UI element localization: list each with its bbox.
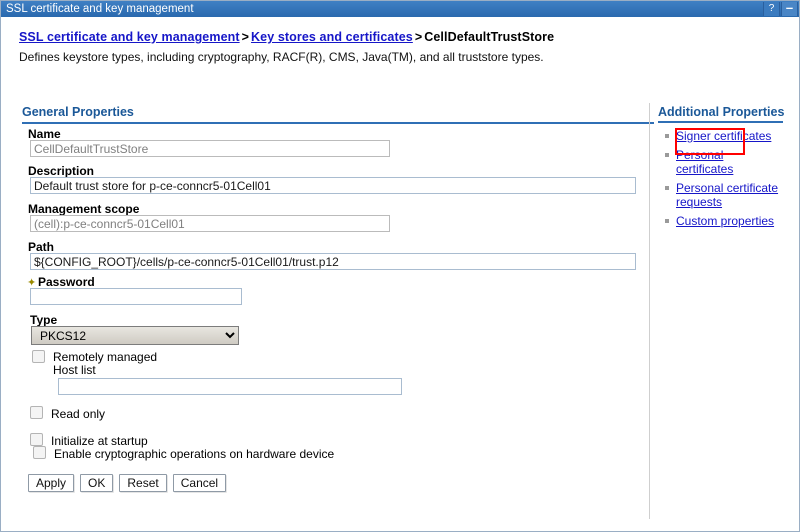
breadcrumb-link-ssl-certificate-and-key-management[interactable]: SSL certificate and key management — [19, 30, 240, 44]
bullet-icon — [665, 186, 669, 190]
breadcrumb-link-key-stores-and-certificates[interactable]: Key stores and certificates — [251, 30, 413, 44]
description-label: Description — [28, 164, 95, 178]
checkbox-label-remotely-managed: Remotely managed — [53, 350, 158, 364]
additional-properties-heading: Additional Properties — [658, 105, 784, 123]
path-input[interactable] — [30, 253, 636, 270]
list-item: Personal certificate requests — [664, 181, 784, 209]
breadcrumb: SSL certificate and key management > Key s… — [19, 30, 554, 44]
checkbox-remotely-managed[interactable] — [32, 350, 45, 363]
button-row: Apply OK Reset Cancel — [28, 474, 227, 492]
ssl-certificate-window: SSL certificate and key management ? – S… — [0, 0, 800, 532]
password-label: Password — [38, 275, 95, 289]
cancel-button[interactable]: Cancel — [172, 474, 227, 492]
apply-button[interactable]: Apply — [28, 474, 75, 492]
breadcrumb-separator-2: > — [414, 30, 423, 44]
breadcrumb-current: CellDefaultTrustStore — [424, 30, 555, 44]
name-label: Name — [28, 127, 61, 141]
path-label: Path — [28, 240, 55, 254]
checkbox-label-enable-crypto-hardware: Enable cryptographic operations on hardw… — [54, 447, 335, 461]
link-custom-properties[interactable]: Custom properties — [676, 214, 774, 228]
checkbox-initialize-at-startup[interactable] — [30, 433, 43, 446]
checkbox-label-initialize-at-startup: Initialize at startup — [51, 434, 148, 448]
help-button[interactable]: ? — [763, 2, 780, 16]
checkbox-label-read-only: Read only — [51, 407, 106, 421]
management-scope-label: Management scope — [28, 202, 140, 216]
bullet-icon — [665, 134, 669, 138]
checkbox-enable-crypto-hardware[interactable] — [33, 446, 46, 459]
link-personal-certificate-requests[interactable]: Personal certificate requests — [676, 181, 778, 209]
window-title: SSL certificate and key management — [6, 3, 194, 15]
bullet-icon — [665, 153, 669, 157]
list-item: Personal certificates — [664, 148, 784, 176]
reset-button[interactable]: Reset — [119, 474, 167, 492]
minimize-button[interactable]: – — [781, 1, 798, 16]
page-description: Defines keystore types, including crypto… — [19, 50, 544, 64]
description-input[interactable] — [30, 177, 636, 194]
additional-properties-list: Signer certificates Personal certificate… — [664, 129, 784, 233]
bullet-icon — [665, 219, 669, 223]
checkbox-read-only[interactable] — [30, 406, 43, 419]
general-properties-heading: General Properties — [22, 105, 654, 124]
management-scope-input[interactable] — [30, 215, 390, 232]
host-list-input[interactable] — [58, 378, 402, 395]
window-titlebar: SSL certificate and key management ? – — [1, 1, 799, 17]
host-list-label: Host list — [53, 363, 96, 377]
type-select[interactable]: PKCS12 — [31, 326, 239, 345]
breadcrumb-separator: > — [241, 30, 250, 44]
name-input[interactable] — [30, 140, 390, 157]
link-personal-certificates[interactable]: Personal certificates — [676, 148, 733, 176]
list-item: Signer certificates — [664, 129, 784, 143]
window-controls: ? – — [762, 1, 799, 17]
type-label: Type — [30, 313, 58, 327]
list-item: Custom properties — [664, 214, 784, 228]
ok-button[interactable]: OK — [80, 474, 114, 492]
page-content: SSL certificate and key management > Key s… — [1, 17, 799, 531]
link-signer-certificates[interactable]: Signer certificates — [676, 129, 771, 143]
column-divider — [649, 103, 650, 519]
password-input[interactable] — [30, 288, 242, 305]
